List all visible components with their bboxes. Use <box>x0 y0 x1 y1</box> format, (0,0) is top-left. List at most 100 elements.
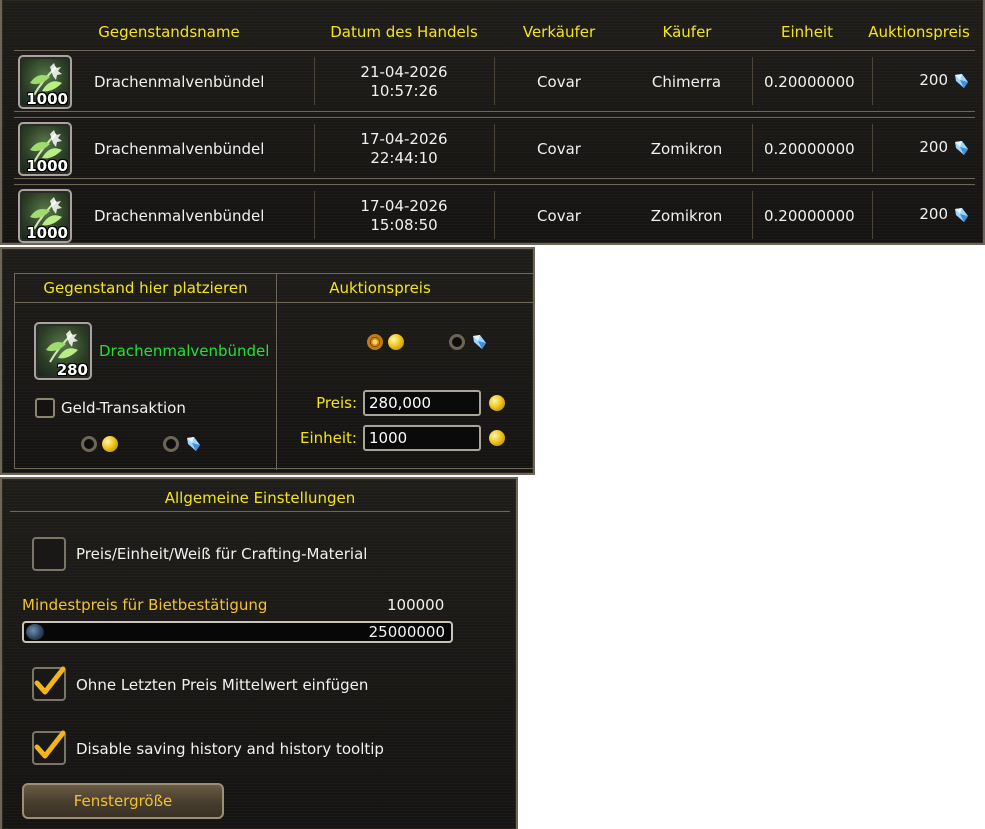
trade-date: 17-04-2026 <box>360 197 448 215</box>
min-price-slider[interactable]: 25000000 <box>22 621 453 643</box>
item-name: Drachenmalvenbündel <box>94 140 265 158</box>
gold-radio-icon[interactable] <box>367 333 383 350</box>
crystal-icon <box>470 333 488 351</box>
herb-icon <box>42 328 82 364</box>
unit-price: 0.20000000 <box>764 73 855 91</box>
auction-price: 200 <box>894 71 970 90</box>
gold-coin-icon <box>387 333 404 350</box>
seller-name: Covar <box>537 73 581 91</box>
checkmark-icon <box>34 730 66 759</box>
crystal-icon <box>952 139 970 157</box>
min-price-label: Mindestpreis für Bietbestätigung <box>22 596 268 614</box>
column-divider <box>494 124 495 172</box>
seller-name: Covar <box>537 140 581 158</box>
column-divider <box>494 57 495 105</box>
buyer-name: Zomikron <box>650 207 723 225</box>
table-row[interactable]: 1000 Drachenmalvenbündel 17-04-2026 15:0… <box>14 184 975 243</box>
item-icon: 1000 <box>18 55 72 109</box>
min-price-value: 100000 <box>387 596 445 614</box>
gold-coin-icon <box>489 430 505 446</box>
place-item-header-box: Gegenstand hier platzieren <box>15 274 276 303</box>
price-label: Preis: <box>316 394 357 412</box>
auction-place-panel: Gegenstand hier platzieren Auktionspreis… <box>0 247 535 475</box>
column-header-buyer[interactable]: Käufer <box>652 22 722 42</box>
gold-coin-icon <box>489 395 505 411</box>
price-value: 200 <box>919 205 948 223</box>
gold-radio-icon[interactable] <box>81 435 97 452</box>
column-header-unit[interactable]: Einheit <box>772 22 842 42</box>
table-row[interactable]: 1000 Drachenmalvenbündel 17-04-2026 22:4… <box>14 117 975 179</box>
money-transaction-checkbox[interactable] <box>35 398 55 418</box>
column-divider <box>752 191 753 239</box>
item-name: Drachenmalvenbündel <box>99 342 270 360</box>
crystal-icon <box>952 206 970 224</box>
trade-date: 21-04-2026 <box>360 63 448 81</box>
crafting-material-label: Preis/Einheit/Weiß für Crafting-Material <box>76 545 368 563</box>
item-count: 1000 <box>26 224 68 242</box>
auction-price-header-box: Auktionspreis <box>277 274 533 303</box>
settings-header-box: Allgemeine Einstellungen <box>10 485 510 512</box>
crystal-radio-icon[interactable] <box>163 435 180 452</box>
average-price-label: Ohne Letzten Preis Mittelwert einfügen <box>76 676 369 694</box>
slider-max-value: 25000000 <box>368 623 445 641</box>
unit-price: 0.20000000 <box>764 207 855 225</box>
table-row[interactable]: 1000 Drachenmalvenbündel 21-04-2026 10:5… <box>14 50 975 112</box>
settings-title: Allgemeine Einstellungen <box>164 489 356 507</box>
column-divider <box>314 191 315 239</box>
item-count: 1000 <box>26 90 68 108</box>
window-size-button[interactable]: Fenstergröße <box>22 783 224 819</box>
unit-label: Einheit: <box>300 429 357 447</box>
crystal-icon <box>952 72 970 90</box>
panel-divider <box>276 274 277 470</box>
disable-history-label: Disable saving history and history toolt… <box>76 740 384 758</box>
item-count: 1000 <box>26 157 68 175</box>
place-item-header: Gegenstand hier platzieren <box>43 279 248 297</box>
auction-price: 200 <box>894 138 970 157</box>
average-price-checkbox[interactable] <box>32 666 66 701</box>
item-icon: 1000 <box>18 189 72 243</box>
item-slot[interactable]: 280 <box>34 322 92 380</box>
price-value: 200 <box>919 138 948 156</box>
column-divider <box>872 57 873 105</box>
column-divider <box>872 191 873 239</box>
crystal-icon <box>184 435 202 453</box>
auction-price-header: Auktionspreis <box>329 279 431 297</box>
column-header-seller[interactable]: Verkäufer <box>517 22 601 42</box>
crafting-material-checkbox[interactable] <box>32 537 66 571</box>
buyer-name: Chimerra <box>651 73 722 91</box>
column-header-price[interactable]: Auktionspreis <box>864 22 974 42</box>
column-header-item[interactable]: Gegenstandsname <box>94 22 244 42</box>
unit-price: 0.20000000 <box>764 140 855 158</box>
money-transaction-label: Geld-Transaktion <box>61 399 186 417</box>
column-divider <box>752 124 753 172</box>
gold-coin-icon <box>101 435 118 452</box>
trade-history-panel: Gegenstandsname Datum des Handels Verkäu… <box>0 0 985 245</box>
price-input[interactable]: 280,000 <box>363 390 481 416</box>
checkmark-icon <box>34 666 66 695</box>
buyer-name: Zomikron <box>650 140 723 158</box>
item-icon: 1000 <box>18 122 72 176</box>
disable-history-checkbox[interactable] <box>32 730 66 765</box>
trade-time: 10:57:26 <box>370 82 438 100</box>
left-currency-options <box>81 434 202 453</box>
trade-time: 15:08:50 <box>370 216 438 234</box>
price-value: 200 <box>919 71 948 89</box>
column-divider <box>494 191 495 239</box>
slider-knob[interactable] <box>26 624 44 640</box>
trade-date: 17-04-2026 <box>360 130 448 148</box>
unit-input[interactable]: 1000 <box>363 425 481 451</box>
column-divider <box>752 57 753 105</box>
item-name: Drachenmalvenbündel <box>94 73 265 91</box>
column-header-date[interactable]: Datum des Handels <box>324 22 484 42</box>
trade-time: 22:44:10 <box>370 149 438 167</box>
seller-name: Covar <box>537 207 581 225</box>
column-divider <box>314 57 315 105</box>
auction-frame: Gegenstand hier platzieren Auktionspreis… <box>14 273 533 470</box>
general-settings-panel: Allgemeine Einstellungen Preis/Einheit/W… <box>0 477 518 829</box>
right-currency-options <box>367 332 488 351</box>
crystal-radio-icon[interactable] <box>449 333 466 350</box>
column-divider <box>872 124 873 172</box>
item-name: Drachenmalvenbündel <box>94 207 265 225</box>
auction-price: 200 <box>894 205 970 224</box>
column-divider <box>314 124 315 172</box>
